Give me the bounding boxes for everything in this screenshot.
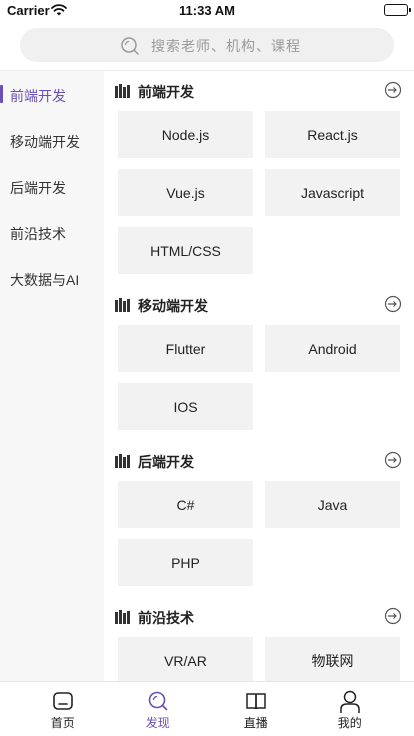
enter-arrow-icon[interactable] — [384, 451, 402, 474]
enter-arrow-icon[interactable] — [384, 81, 402, 104]
tab-profile[interactable]: 我的 — [298, 682, 402, 736]
sidebar-item-frontend[interactable]: 前端开发 — [0, 74, 104, 114]
tab-home[interactable]: 首页 — [11, 682, 115, 736]
screen: Carrier 11:33 AM 搜索老师、机构、课程 前端开发 移动端开发 后… — [0, 0, 414, 736]
course-tile[interactable]: Java — [265, 481, 400, 528]
category-content: 前端开发 Node.js React.js Vue.js Javascript … — [104, 71, 414, 681]
course-tile[interactable]: Node.js — [118, 111, 253, 158]
sidebar-item-label: 大数据与AI — [10, 272, 80, 288]
category-sidebar: 前端开发 移动端开发 后端开发 前沿技术 大数据与AI — [0, 71, 104, 681]
course-tile[interactable]: Vue.js — [118, 169, 253, 216]
books-icon — [115, 454, 131, 473]
battery-icon — [384, 4, 411, 16]
status-time: 11:33 AM — [179, 3, 235, 18]
section-title: 前端开发 — [138, 84, 194, 100]
section-title: 前沿技术 — [138, 610, 194, 626]
course-tile[interactable]: PHP — [118, 539, 253, 586]
course-tile[interactable]: React.js — [265, 111, 400, 158]
book-icon — [245, 690, 267, 717]
search-placeholder: 搜索老师、机构、课程 — [151, 38, 301, 54]
tab-label: 我的 — [337, 716, 362, 730]
enter-arrow-icon[interactable] — [384, 295, 402, 318]
sidebar-item-mobile[interactable]: 移动端开发 — [0, 120, 104, 160]
tab-discover[interactable]: 发现 — [106, 682, 210, 736]
course-tile[interactable]: Android — [265, 325, 400, 372]
sidebar-item-frontier[interactable]: 前沿技术 — [0, 212, 104, 252]
sidebar-item-label: 移动端开发 — [10, 134, 80, 150]
active-indicator — [0, 85, 3, 103]
course-tile[interactable]: Javascript — [265, 169, 400, 216]
enter-arrow-icon[interactable] — [384, 607, 402, 630]
books-icon — [115, 610, 131, 629]
home-icon — [52, 690, 74, 717]
section-title: 移动端开发 — [138, 298, 208, 314]
sidebar-item-backend[interactable]: 后端开发 — [0, 166, 104, 206]
course-tile[interactable]: HTML/CSS — [118, 227, 253, 274]
section-header-frontier[interactable]: 前沿技术 — [104, 602, 414, 632]
tab-live[interactable]: 直播 — [204, 682, 308, 736]
sidebar-item-bigdata-ai[interactable]: 大数据与AI — [0, 258, 104, 298]
course-tile[interactable]: 物联网 — [265, 637, 400, 681]
sidebar-item-label: 前沿技术 — [10, 226, 66, 242]
search-bar[interactable]: 搜索老师、机构、课程 — [20, 28, 394, 62]
books-icon — [115, 84, 131, 103]
books-icon — [115, 298, 131, 317]
course-tile[interactable]: C# — [118, 481, 253, 528]
sidebar-item-label: 后端开发 — [10, 180, 66, 196]
tab-label: 首页 — [50, 716, 75, 730]
search-icon — [120, 36, 140, 61]
bottom-tab-bar: 首页 发现 直播 我的 — [0, 681, 414, 736]
tab-label: 直播 — [243, 716, 268, 730]
tab-label: 发现 — [145, 716, 170, 730]
section-title: 后端开发 — [138, 454, 194, 470]
section-header-backend[interactable]: 后端开发 — [104, 446, 414, 476]
sidebar-item-label: 前端开发 — [10, 88, 66, 104]
section-header-mobile[interactable]: 移动端开发 — [104, 290, 414, 320]
course-tile[interactable]: IOS — [118, 383, 253, 430]
status-bar: Carrier 11:33 AM — [0, 0, 414, 22]
discover-icon — [147, 690, 169, 717]
course-tile[interactable]: VR/AR — [118, 637, 253, 681]
course-tile[interactable]: Flutter — [118, 325, 253, 372]
section-header-frontend[interactable]: 前端开发 — [104, 76, 414, 106]
